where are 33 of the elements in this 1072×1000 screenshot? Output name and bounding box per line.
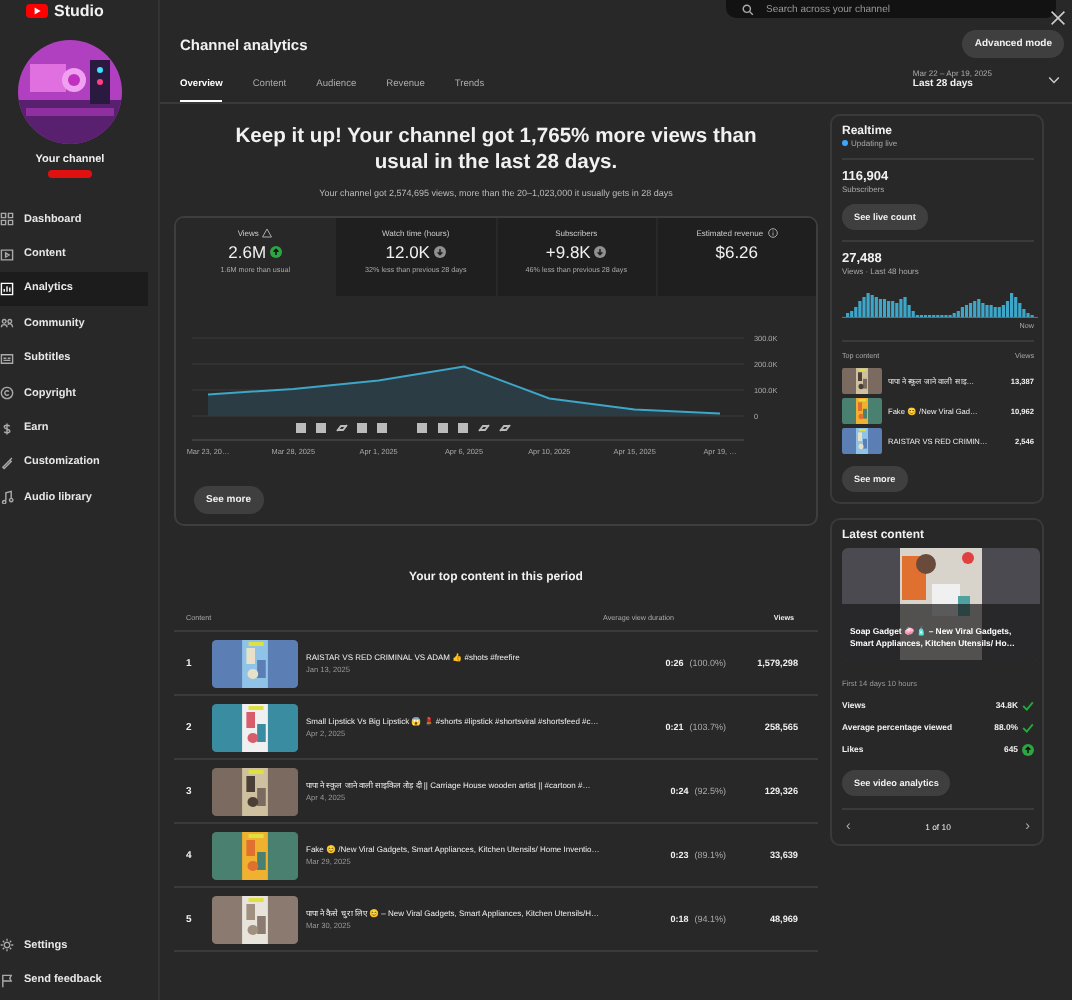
video-marker-icon[interactable] [458, 423, 468, 433]
people-icon [0, 316, 14, 331]
video-marker-icon[interactable] [316, 423, 326, 433]
logo-icon [26, 4, 48, 18]
music-icon [0, 490, 14, 505]
search-icon [742, 3, 754, 15]
gear-icon [0, 938, 14, 953]
brush-icon [0, 455, 14, 470]
grid-icon [0, 212, 14, 227]
link-icon[interactable] [336, 424, 348, 432]
video-marker-icon[interactable] [438, 423, 448, 433]
chevron-down-icon [1048, 75, 1060, 83]
logo-text: Studio [54, 3, 104, 19]
subtitles-icon [0, 351, 14, 366]
link-icon[interactable] [499, 424, 511, 432]
copyright-icon [0, 386, 14, 401]
headline: Keep it up! Your channel got 1,765% more views than usual in the last 28 days. [233, 124, 759, 176]
metric-value: 12.0K [385, 242, 430, 262]
redaction-mark [48, 170, 92, 178]
video-marker-icon[interactable] [377, 423, 387, 433]
video-marker-icon[interactable] [357, 423, 367, 433]
metric-value: $6.26 [715, 242, 759, 262]
live-dot-icon [842, 140, 848, 146]
flag-icon [0, 973, 14, 988]
metric-value: +9.8K [545, 242, 591, 262]
dollar-icon [0, 421, 14, 436]
metric-value: 2.6M [228, 242, 267, 262]
link-icon[interactable] [478, 424, 490, 432]
video-marker-icon[interactable] [417, 423, 427, 433]
close-icon[interactable] [1050, 10, 1066, 26]
video-marker-icon[interactable] [296, 423, 306, 433]
video-icon [0, 247, 14, 262]
bar-chart-icon [0, 281, 14, 296]
